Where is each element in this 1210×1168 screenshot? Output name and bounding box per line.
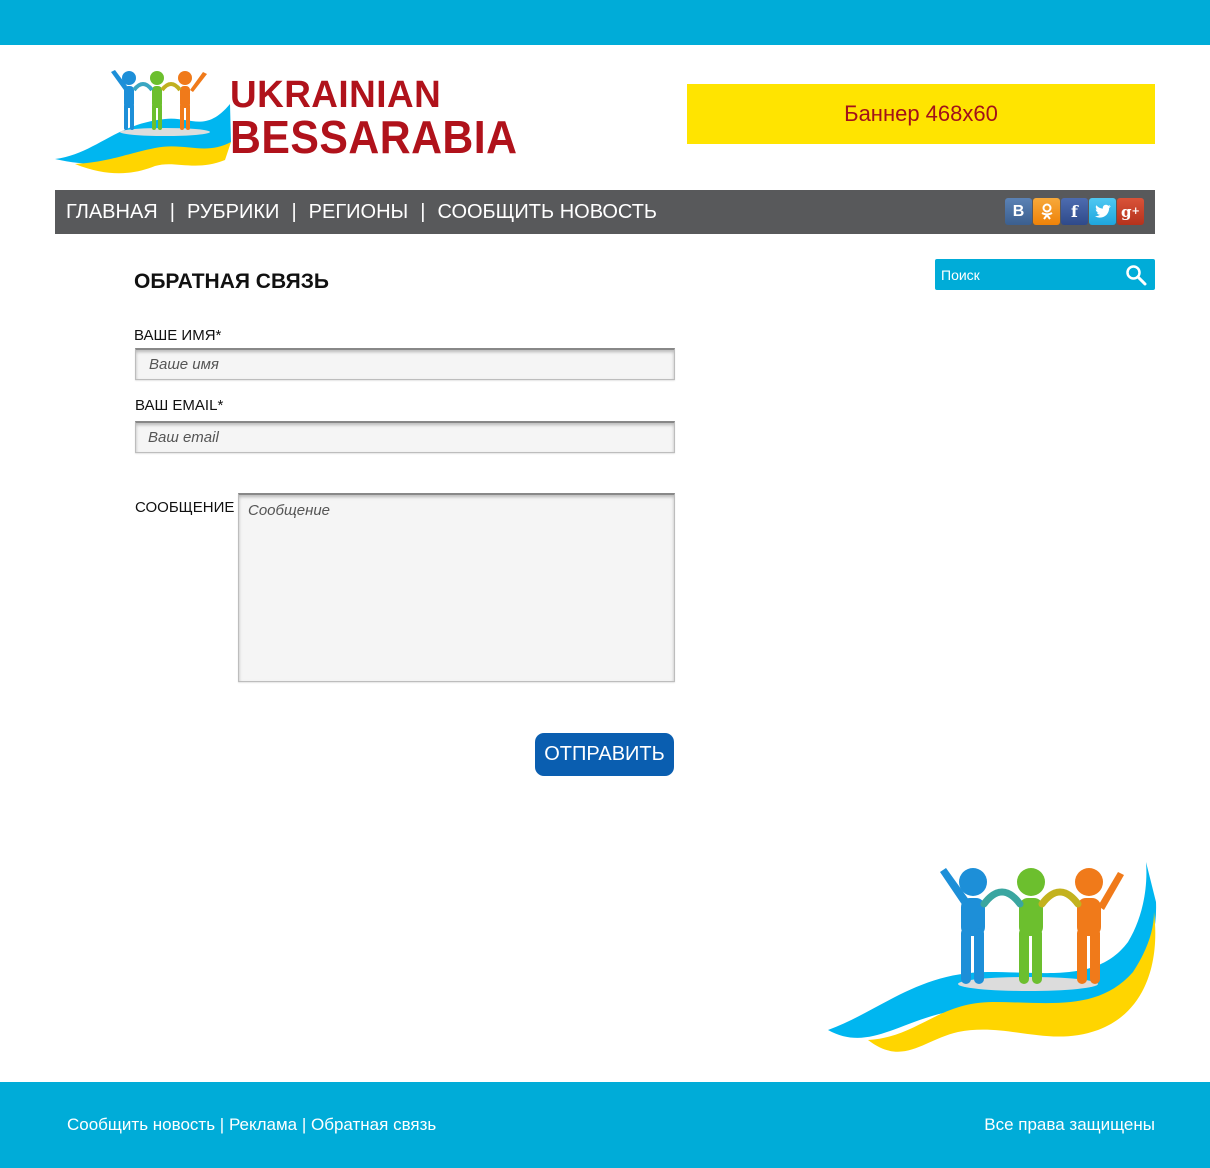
nav-item-regions[interactable]: РЕГИОНЫ	[309, 201, 409, 224]
message-label: СООБЩЕНИЕ	[135, 499, 235, 516]
footer-separator: |	[297, 1115, 312, 1134]
footer-link-feedback[interactable]: Обратная связь	[311, 1115, 436, 1134]
nav-item-report-news[interactable]: СООБЩИТЬ НОВОСТЬ	[437, 201, 657, 224]
banner-label: Баннер 468x60	[844, 101, 998, 126]
logo-line2: BESSARABIA	[230, 111, 518, 163]
footer-separator: |	[215, 1115, 229, 1134]
main-nav: ГЛАВНАЯ | РУБРИКИ | РЕГИОНЫ | СООБЩИТЬ Н…	[55, 190, 1155, 234]
google-plus-icon[interactable]: g +	[1117, 198, 1144, 225]
search-icon[interactable]	[1125, 264, 1147, 286]
name-field[interactable]	[135, 348, 675, 380]
email-field[interactable]	[135, 421, 675, 453]
footer: Сообщить новость | Реклама | Обратная св…	[0, 1082, 1210, 1168]
footer-links: Сообщить новость | Реклама | Обратная св…	[67, 1115, 436, 1135]
footer-link-report-news[interactable]: Сообщить новость	[67, 1115, 215, 1134]
search-input[interactable]	[935, 259, 1120, 290]
social-links: В f g +	[1005, 198, 1144, 225]
vk-icon[interactable]: В	[1005, 198, 1032, 225]
name-label: ВАШЕ ИМЯ*	[134, 327, 222, 344]
submit-button[interactable]: ОТПРАВИТЬ	[535, 733, 674, 776]
ad-banner[interactable]: Баннер 468x60	[687, 84, 1155, 144]
twitter-icon[interactable]	[1089, 198, 1116, 225]
nav-item-rubrics[interactable]: РУБРИКИ	[187, 201, 279, 224]
facebook-icon[interactable]: f	[1061, 198, 1088, 225]
nav-separator: |	[291, 200, 297, 223]
nav-separator: |	[169, 200, 175, 223]
page-title: ОБРАТНАЯ СВЯЗЬ	[134, 270, 329, 293]
top-bar	[0, 0, 1210, 45]
message-field[interactable]	[238, 493, 675, 682]
footer-link-advertising[interactable]: Реклама	[229, 1115, 297, 1134]
copyright-text: Все права защищены	[984, 1115, 1155, 1134]
email-label: ВАШ EMAIL*	[135, 397, 224, 414]
logo-line1: UKRAINIAN	[230, 74, 442, 116]
nav-item-home[interactable]: ГЛАВНАЯ	[66, 201, 158, 224]
odnoklassniki-icon[interactable]	[1033, 198, 1060, 225]
mascot-illustration	[828, 862, 1157, 1052]
nav-separator: |	[420, 200, 426, 223]
search-box	[935, 259, 1155, 290]
site-logo[interactable]: UKRAINIAN BESSARABIA	[55, 64, 535, 182]
